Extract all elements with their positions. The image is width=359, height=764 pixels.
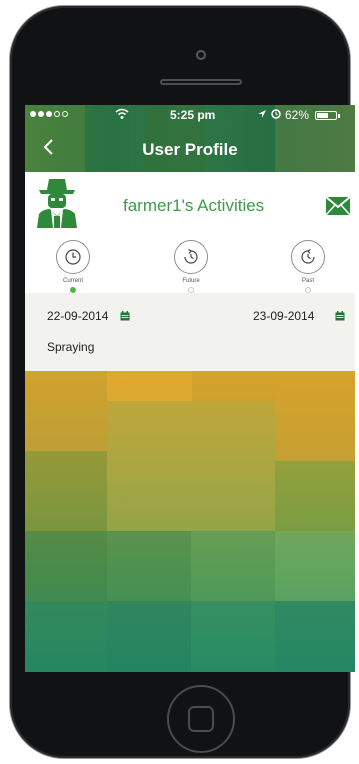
profile-card: farmer1's Activities Current Future Past <box>25 172 355 293</box>
activities-title: farmer1's Activities <box>123 196 265 215</box>
home-button[interactable] <box>167 685 235 753</box>
battery-fill <box>317 113 329 118</box>
tab-label: Future <box>182 278 200 284</box>
signal-icon <box>30 111 68 117</box>
status-bar: 5:25 pm 62% <box>25 105 355 125</box>
header: 5:25 pm 62% User Profile <box>25 105 355 172</box>
future-clock-icon <box>174 240 208 274</box>
tab-past[interactable]: Past <box>278 240 338 293</box>
screen: 5:25 pm 62% User Profile farmer1's Activ… <box>25 105 358 672</box>
location-icon <box>258 110 266 118</box>
tab-future[interactable]: Future <box>161 240 221 293</box>
battery-percent: 62% <box>285 108 310 122</box>
photo-collage <box>25 371 355 672</box>
farmer-avatar-icon <box>37 179 77 228</box>
start-date[interactable]: 22-09-2014 <box>47 309 108 323</box>
activity-date-bar: 22-09-2014 23-09-2014 Spraying <box>25 293 355 371</box>
page-title: User Profile <box>142 140 238 159</box>
status-time: 5:25 pm <box>170 108 216 122</box>
calendar-icon[interactable] <box>120 311 130 321</box>
collage-overlay <box>25 371 355 672</box>
clock-icon <box>56 240 90 274</box>
speaker <box>160 79 242 85</box>
alarm-icon <box>271 109 281 119</box>
camera <box>196 50 206 60</box>
tab-label: Current <box>62 278 83 284</box>
wifi-icon <box>115 108 129 119</box>
tab-current[interactable]: Current <box>43 240 103 293</box>
battery-icon <box>315 111 340 120</box>
past-clock-icon <box>291 240 325 274</box>
tab-label: Past <box>301 278 314 284</box>
end-date[interactable]: 23-09-2014 <box>253 309 314 323</box>
home-square-icon <box>188 706 214 732</box>
calendar-icon[interactable] <box>335 311 345 321</box>
mail-icon[interactable] <box>325 196 351 216</box>
activity-name: Spraying <box>47 340 95 354</box>
